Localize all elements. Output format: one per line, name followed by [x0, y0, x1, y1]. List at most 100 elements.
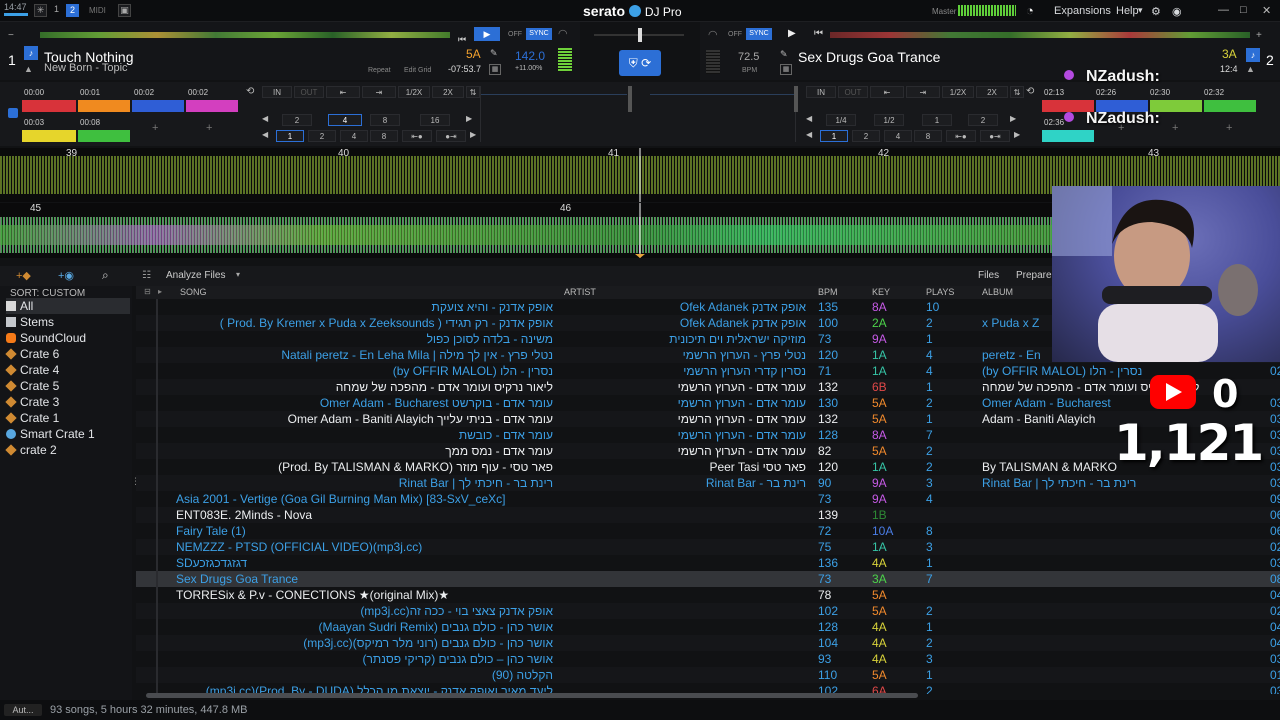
loop-in-button[interactable]: IN — [262, 86, 292, 98]
beatjump-next-right-icon[interactable]: ▶ — [1014, 130, 1020, 139]
sidebar-item-smart-crate-1[interactable]: Smart Crate 1 — [6, 426, 95, 442]
close-icon[interactable]: ✕ — [1262, 4, 1271, 17]
play-button[interactable]: ▶ — [474, 27, 500, 41]
add-smart-crate-icon[interactable]: +◉ — [58, 269, 74, 282]
table-row[interactable]: (Maayan Sudri Remix) אושר כהן - כולם גנב… — [136, 619, 1280, 635]
settings-shield-icon[interactable]: ▣ — [118, 4, 131, 17]
edit-pencil-right-icon[interactable]: ✎ — [780, 49, 788, 60]
loop-size-a-4[interactable]: 16 — [420, 114, 450, 126]
table-row[interactable]: Rinat Bar | רינת בר - חיכתי לך Rinat Bar … — [136, 475, 1280, 491]
loop-half-right-button[interactable]: 1/2X — [942, 86, 974, 98]
loop-size-right-4[interactable]: 2 — [968, 114, 998, 126]
collapse-right-icon[interactable]: ▲ — [1246, 64, 1255, 74]
sync-link-button[interactable]: ⛨ ⟳ — [619, 50, 661, 76]
fx-slot-left[interactable] — [480, 86, 630, 142]
deck-right-overview[interactable] — [830, 32, 1250, 38]
cue-pad-5[interactable] — [22, 130, 76, 142]
edit-grid-button[interactable]: Edit Grid — [404, 67, 431, 74]
table-row[interactable]: (אושר כהן – כולם גנבים (קריקי פסנתר 93 4A 3… — [136, 651, 1280, 667]
sync-off-button[interactable]: OFF — [508, 31, 522, 38]
menu-help[interactable]: Help — [1116, 5, 1139, 17]
table-row[interactable]: Sex Drugs Goa Trance 73 3A 7 08: — [136, 571, 1280, 587]
column-artist[interactable]: ARTIST — [564, 287, 596, 297]
table-row[interactable]: NEMZZZ - PTSD (OFFICIAL VIDEO)(mp3j.cc) 7… — [136, 539, 1280, 555]
deck-2-button[interactable]: 2 — [66, 4, 79, 17]
layout-icon[interactable]: ✳ — [34, 4, 47, 17]
loop-menu-right-icon[interactable]: ⇅ — [1010, 86, 1024, 98]
midi-button[interactable]: MIDI — [89, 6, 106, 15]
loop-reloop-button[interactable]: ⇤ — [326, 86, 360, 98]
crossfader-handle[interactable] — [638, 28, 642, 42]
add-crate-icon[interactable]: +◆ — [16, 269, 31, 282]
edit-pencil-icon[interactable]: ✎ — [490, 48, 498, 59]
cue-right-pad-5[interactable] — [1042, 130, 1094, 142]
beatjump-prev-right-icon[interactable]: ◀ — [806, 130, 812, 139]
loop-half-button[interactable]: 1/2X — [398, 86, 430, 98]
table-row[interactable]: Omer Adam - Baniti Alayich עומר אדם - בנ… — [136, 411, 1280, 427]
loop-size-a-3[interactable]: 8 — [370, 114, 400, 126]
beatjump-next-icon[interactable]: ▶ — [470, 130, 476, 139]
collapse-icon[interactable]: ▲ — [24, 64, 33, 74]
chevron-down-icon[interactable]: ▾ — [1138, 5, 1143, 16]
files-button[interactable]: Files — [978, 270, 999, 281]
loop-next-right-icon[interactable]: ▶ — [1010, 114, 1016, 123]
table-row[interactable]: Omer Adam - Bucharest עומר אדם - בוקרשט ע… — [136, 395, 1280, 411]
deck-minus-icon[interactable]: − — [8, 30, 14, 41]
preview-icon[interactable]: ▸ — [158, 287, 162, 296]
sync-button[interactable]: SYNC — [526, 28, 552, 40]
column-bpm[interactable]: BPM — [818, 287, 838, 297]
repeat-button[interactable]: Repeat — [368, 67, 391, 74]
loop-roll-right-icon[interactable]: ⟲ — [1026, 86, 1034, 97]
grid-icon[interactable]: ▦ — [489, 64, 501, 75]
loop-out-button[interactable]: OUT — [294, 86, 324, 98]
loop-size-right-2[interactable]: 1/2 — [874, 114, 904, 126]
beatjump-right-size-4[interactable]: 8 — [914, 130, 942, 142]
cue-pad-6[interactable] — [78, 130, 130, 142]
loop-prev-icon[interactable]: ◀ — [262, 114, 268, 123]
cue-right-pad-4[interactable] — [1204, 100, 1256, 112]
search-icon[interactable]: ⌕ — [102, 268, 109, 283]
sidebar-item-stems[interactable]: Stems — [6, 314, 54, 330]
table-row[interactable]: Fairy Tale (1) 72 10A 8 06: — [136, 523, 1280, 539]
add-cue-right-7-icon[interactable]: + — [1172, 122, 1178, 134]
table-row[interactable]: עומר אדם - כובשת עומר אדם - הערוץ הרשמי 12… — [136, 427, 1280, 443]
prev-icon[interactable]: ⏮ — [458, 34, 466, 45]
table-row[interactable]: TORRESix & P.v - CONECTIONS ★(original M… — [136, 587, 1280, 603]
column-key[interactable]: KEY — [872, 287, 890, 297]
loop-auto-right-button[interactable]: ⇥ — [906, 86, 940, 98]
sidebar-item-soundcloud[interactable]: SoundCloud — [6, 330, 86, 346]
add-cue-8-icon[interactable]: + — [206, 122, 212, 134]
autoplay-button[interactable]: Aut... — [4, 704, 42, 716]
headphone-right-icon[interactable]: ◠ — [708, 28, 718, 41]
loop-menu-icon[interactable]: ⇅ — [466, 86, 480, 98]
minimize-icon[interactable]: — — [1218, 4, 1229, 16]
table-row[interactable]: ENT083E. 2Minds - Nova 139 1B 06: — [136, 507, 1280, 523]
table-row[interactable]: ליאור נרקיס ועומר אדם - מהפכה של שמחה עומ… — [136, 379, 1280, 395]
add-cue-right-8-icon[interactable]: + — [1226, 122, 1232, 134]
table-row[interactable]: הקלטה (90) 110 5A 1 01: — [136, 667, 1280, 683]
sidebar-item-crate-1[interactable]: Crate 1 — [5, 410, 59, 426]
beatjump-right-size-1[interactable]: 1 — [820, 130, 848, 142]
beatjump-prev-icon[interactable]: ◀ — [262, 130, 268, 139]
sidebar-item-crate-6[interactable]: Crate 6 — [5, 346, 59, 362]
analyze-files-button[interactable]: Analyze Files — [166, 270, 225, 281]
horizontal-scrollbar[interactable] — [146, 693, 918, 698]
grid-right-icon[interactable]: ▦ — [780, 64, 792, 75]
fx-slot-right[interactable] — [646, 86, 796, 142]
analyze-dropdown-icon[interactable]: ▾ — [236, 270, 240, 279]
cue-pad-3[interactable] — [132, 100, 184, 112]
loop-auto-button[interactable]: ⇥ — [362, 86, 396, 98]
table-row[interactable]: (mp3j.cc)אופק אדנק צאצי בוי - ככה זה 102 5… — [136, 603, 1280, 619]
prev-right-icon[interactable]: ⏮ — [814, 28, 823, 39]
play-right-icon[interactable]: ▶ — [788, 28, 796, 39]
sidebar-item-crate-5[interactable]: Crate 5 — [5, 378, 59, 394]
column-song[interactable]: SONG — [180, 287, 207, 297]
loop-out-right-button[interactable]: OUT — [838, 86, 868, 98]
loop-double-button[interactable]: 2X — [432, 86, 464, 98]
cue-mode-icon[interactable] — [8, 108, 18, 118]
column-plays[interactable]: PLAYS — [926, 287, 954, 297]
loop-next-icon[interactable]: ▶ — [466, 114, 472, 123]
column-options-icon[interactable]: ⊟ — [144, 287, 151, 296]
beatjump-size-4[interactable]: 8 — [370, 130, 398, 142]
loop-roll-icon[interactable]: ⟲ — [246, 86, 254, 97]
